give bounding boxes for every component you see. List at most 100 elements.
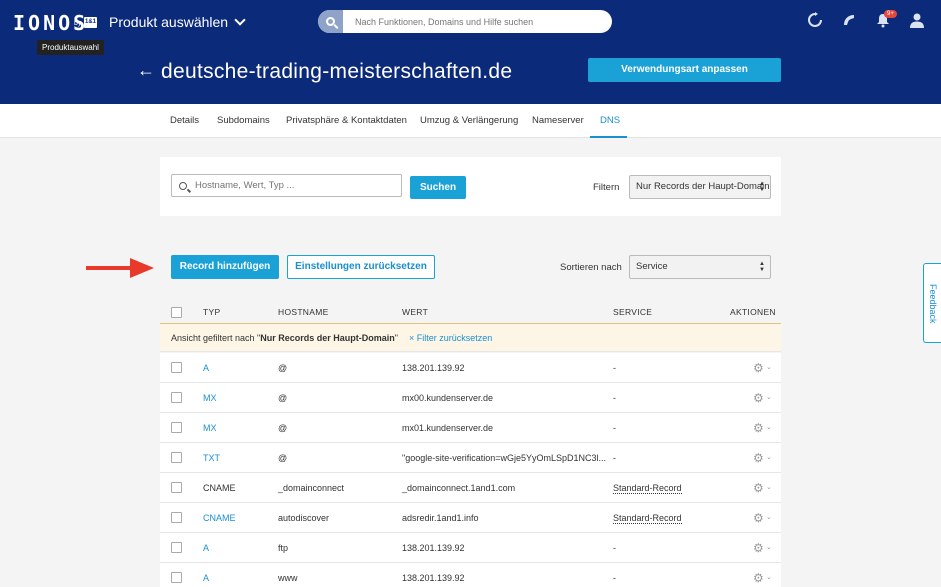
add-record-button[interactable]: Record hinzufügen — [171, 255, 279, 279]
search-icon — [326, 17, 335, 26]
record-hostname: @ — [278, 363, 288, 373]
global-search — [318, 10, 612, 33]
gear-icon[interactable]: ⚙ — [753, 481, 764, 495]
record-type[interactable]: A — [203, 363, 209, 373]
gear-icon[interactable]: ⚙ — [753, 511, 764, 525]
filter-label: Filtern — [593, 182, 620, 193]
col-hostname[interactable]: HOSTNAME — [278, 307, 329, 317]
refresh-icon[interactable] — [806, 12, 824, 30]
chevron-down-icon[interactable]: ⌄ — [766, 423, 772, 431]
col-value[interactable]: WERT — [402, 307, 428, 317]
notification-badge: 9+ — [884, 10, 897, 18]
change-usage-button[interactable]: Verwendungsart anpassen — [588, 58, 781, 82]
record-type[interactable]: CNAME — [203, 513, 236, 523]
record-type[interactable]: TXT — [203, 453, 220, 463]
record-search-input[interactable] — [195, 180, 395, 191]
chevron-down-icon[interactable]: ⌄ — [766, 483, 772, 491]
filter-select[interactable]: Nur Records der Haupt-Domain ▲ ▼ — [629, 175, 771, 199]
filter-notice: Ansicht gefiltert nach "Nur Records der … — [160, 324, 781, 352]
table-row: Aftp 138.201.139.92 - ⚙ ⌄ — [160, 533, 781, 563]
record-type[interactable]: MX — [203, 423, 217, 433]
gear-icon[interactable]: ⚙ — [753, 361, 764, 375]
select-arrows-icon: ▲ ▼ — [759, 261, 765, 273]
col-service[interactable]: SERVICE — [613, 307, 652, 317]
record-value: "google-site-verification=wGje5YyOmLSpD1… — [402, 453, 607, 463]
chevron-down-icon[interactable]: ⌄ — [766, 363, 772, 371]
chevron-down-icon[interactable]: ⌄ — [766, 573, 772, 581]
back-arrow-icon[interactable]: ← — [137, 60, 155, 81]
user-icon[interactable] — [908, 12, 926, 30]
table-row: CNAME _domainconnect _domainconnect.1and1.… — [160, 473, 781, 503]
col-actions: AKTIONEN — [730, 307, 776, 317]
tab-privacy[interactable]: Privatsphäre & Kontaktdaten — [286, 115, 407, 126]
chevron-down-icon[interactable]: ⌄ — [766, 543, 772, 551]
row-checkbox[interactable] — [171, 362, 182, 373]
gear-icon[interactable]: ⚙ — [753, 451, 764, 465]
sort-label: Sortieren nach — [560, 262, 622, 273]
gear-icon[interactable]: ⚙ — [753, 571, 764, 585]
search-button[interactable] — [318, 10, 343, 33]
gear-icon[interactable]: ⚙ — [753, 541, 764, 555]
gear-icon[interactable]: ⚙ — [753, 421, 764, 435]
record-type[interactable]: A — [203, 543, 209, 553]
record-hostname: @ — [278, 423, 288, 433]
record-type[interactable]: MX — [203, 393, 217, 403]
table-row: CNAME autodiscover adsredir.1and1.info Stan… — [160, 503, 781, 533]
gear-icon[interactable]: ⚙ — [753, 391, 764, 405]
feedback-tab[interactable]: Feedback — [923, 263, 941, 343]
tab-transfer[interactable]: Umzug & Verlängerung — [420, 115, 518, 126]
record-type[interactable]: A — [203, 573, 209, 583]
col-type[interactable]: TYP — [203, 307, 220, 317]
record-type: CNAME — [203, 483, 236, 493]
record-value: 138.201.139.92 — [402, 573, 465, 583]
row-checkbox[interactable] — [171, 452, 182, 463]
tab-details[interactable]: Details — [170, 115, 199, 126]
active-tab-indicator — [590, 136, 627, 138]
record-value: adsredir.1and1.info — [402, 513, 479, 523]
reset-settings-button[interactable]: Einstellungen zurücksetzen — [287, 255, 435, 279]
table-header: TYP HOSTNAME WERT SERVICE AKTIONEN — [160, 300, 781, 324]
tab-subdomains[interactable]: Subdomains — [217, 115, 270, 126]
row-checkbox[interactable] — [171, 482, 182, 493]
sort-select[interactable]: Service ▲ ▼ — [629, 255, 771, 279]
table-row: A @138.201.139.92 - ⚙ ⌄ — [160, 353, 781, 383]
red-arrow-icon — [86, 258, 154, 278]
row-checkbox[interactable] — [171, 422, 182, 433]
filter-notice-text: Ansicht gefiltert nach "Nur Records der … — [171, 333, 398, 343]
top-header: IONOS by 1&1 Produkt auswählen Produktau… — [0, 0, 941, 104]
row-checkbox[interactable] — [171, 542, 182, 553]
record-service: Standard-Record — [613, 513, 682, 524]
row-checkbox[interactable] — [171, 572, 182, 583]
filter-select-value: Nur Records der Haupt-Domain — [636, 181, 770, 192]
chevron-down-icon — [234, 14, 246, 26]
record-service: Standard-Record — [613, 483, 682, 494]
reset-filter-link[interactable]: × Filter zurücksetzen — [409, 333, 492, 343]
product-select-label: Produkt auswählen — [109, 14, 229, 30]
record-hostname: @ — [278, 393, 288, 403]
table-row: MX @ mx00.kundenserver.de - ⚙ ⌄ — [160, 383, 781, 413]
logo-1and1: 1&1 — [84, 17, 97, 28]
select-all-checkbox[interactable] — [171, 307, 182, 318]
row-checkbox[interactable] — [171, 512, 182, 523]
chevron-down-icon[interactable]: ⌄ — [766, 393, 772, 401]
logo-by-text: by — [74, 20, 82, 27]
record-value: _domainconnect.1and1.com — [402, 483, 516, 493]
product-select-dropdown[interactable]: Produkt auswählen — [109, 14, 246, 30]
record-hostname: _domainconnect — [278, 483, 345, 493]
select-arrows-icon: ▲ ▼ — [759, 181, 765, 193]
tab-nameserver[interactable]: Nameserver — [532, 115, 584, 126]
domain-tab-bar: Details Subdomains Privatsphäre & Kontak… — [0, 104, 941, 138]
chevron-down-icon[interactable]: ⌄ — [766, 513, 772, 521]
record-service: - — [613, 543, 616, 553]
record-value: mx00.kundenserver.de — [402, 393, 494, 403]
table-row: Awww 138.201.139.92 - ⚙ ⌄ — [160, 563, 781, 587]
row-checkbox[interactable] — [171, 392, 182, 403]
phone-icon[interactable] — [840, 12, 858, 30]
table-row: TXT @ "google-site-verification=wGje5YyOmL… — [160, 443, 781, 473]
record-service: - — [613, 363, 616, 373]
sort-select-value: Service — [636, 261, 668, 272]
global-search-input[interactable] — [355, 16, 595, 27]
chevron-down-icon[interactable]: ⌄ — [766, 453, 772, 461]
tab-dns[interactable]: DNS — [600, 115, 620, 126]
search-submit-button[interactable]: Suchen — [410, 176, 466, 199]
